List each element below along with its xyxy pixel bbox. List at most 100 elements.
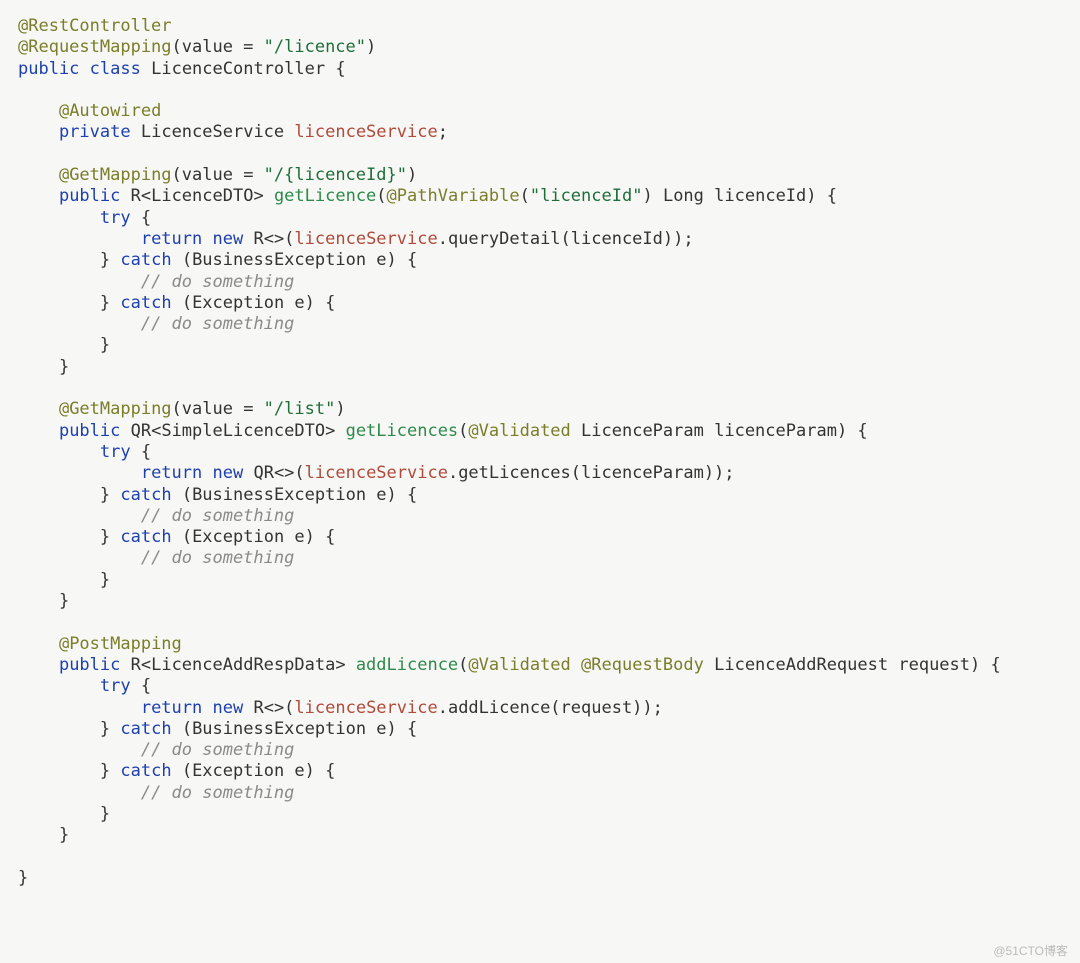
keyword-catch: catch <box>120 485 171 505</box>
annotation-getmapping: @GetMapping <box>59 165 172 185</box>
annotation-validated: @Validated <box>468 655 570 675</box>
annotation-pathvariable: @PathVariable <box>387 186 520 206</box>
keyword-try: try <box>100 676 131 696</box>
keyword-catch: catch <box>120 293 171 313</box>
keyword-public: public <box>18 59 79 79</box>
keyword-catch: catch <box>120 761 171 781</box>
string-literal: "/licence" <box>264 37 366 57</box>
keyword-catch: catch <box>120 719 171 739</box>
keyword-return: return <box>141 229 202 249</box>
text: ) { <box>837 421 868 441</box>
text: R<>( <box>253 698 294 718</box>
field-licenceservice: licenceService <box>294 229 437 249</box>
text: (value = <box>172 37 264 57</box>
text: { <box>141 442 151 462</box>
text: QR<>( <box>253 463 304 483</box>
field-licenceservice: licenceService <box>294 122 437 142</box>
text: (BusinessException e) { <box>182 719 417 739</box>
text: .getLicences(licenceParam)); <box>448 463 735 483</box>
text: (Exception e) { <box>182 293 336 313</box>
text: (Exception e) { <box>182 761 336 781</box>
comment: // do something <box>141 548 295 568</box>
type-licenceservice: LicenceService <box>141 122 284 142</box>
param-licenceid: licenceId <box>714 186 806 206</box>
string-literal: "/{licenceId}" <box>264 165 407 185</box>
comment: // do something <box>141 783 295 803</box>
text: R<>( <box>253 229 294 249</box>
keyword-new: new <box>213 229 244 249</box>
text: } <box>100 293 110 313</box>
text: } <box>59 357 69 377</box>
text: } <box>100 761 110 781</box>
keyword-public: public <box>59 186 120 206</box>
text: ( <box>376 186 386 206</box>
text: { <box>141 676 151 696</box>
comment: // do something <box>141 740 295 760</box>
field-licenceservice: licenceService <box>305 463 448 483</box>
text: { <box>325 59 345 79</box>
text: ) <box>366 37 376 57</box>
annotation-postmapping: @PostMapping <box>59 634 182 654</box>
keyword-return: return <box>141 463 202 483</box>
text: ) <box>335 399 345 419</box>
keyword-public: public <box>59 421 120 441</box>
text: { <box>141 208 151 228</box>
param-request: request <box>898 655 970 675</box>
annotation-validated: @Validated <box>468 421 570 441</box>
keyword-catch: catch <box>120 250 171 270</box>
annotation-requestbody: @RequestBody <box>581 655 704 675</box>
text: } <box>100 719 110 739</box>
comment: // do something <box>141 314 295 334</box>
type-qr-simplelicencedto: QR<SimpleLicenceDTO> <box>131 421 336 441</box>
class-name: LicenceController <box>151 59 325 79</box>
type-long: Long <box>663 186 704 206</box>
keyword-catch: catch <box>120 527 171 547</box>
text: (value = <box>172 165 264 185</box>
text: ( <box>458 655 468 675</box>
keyword-private: private <box>59 122 131 142</box>
text: } <box>100 527 110 547</box>
text: ) { <box>970 655 1001 675</box>
annotation-restcontroller: @RestController <box>18 16 172 36</box>
text: (value = <box>172 399 264 419</box>
keyword-try: try <box>100 208 131 228</box>
annotation-getmapping: @GetMapping <box>59 399 172 419</box>
annotation-autowired: @Autowired <box>59 101 161 121</box>
watermark: @51CTO博客 <box>993 942 1068 959</box>
type-licenceaddrequest: LicenceAddRequest <box>714 655 888 675</box>
keyword-new: new <box>213 698 244 718</box>
code-block: @RestController @RequestMapping(value = … <box>0 0 1080 905</box>
text: } <box>100 335 110 355</box>
annotation-requestmapping: @RequestMapping <box>18 37 172 57</box>
field-licenceservice: licenceService <box>294 698 437 718</box>
param-licenceparam: licenceParam <box>714 421 837 441</box>
text: ) <box>642 186 652 206</box>
keyword-new: new <box>213 463 244 483</box>
text: (BusinessException e) { <box>182 485 417 505</box>
keyword-public: public <box>59 655 120 675</box>
text: (Exception e) { <box>182 527 336 547</box>
keyword-class: class <box>90 59 141 79</box>
text: ( <box>458 421 468 441</box>
text: } <box>100 570 110 590</box>
text: ( <box>520 186 530 206</box>
text: } <box>59 825 69 845</box>
comment: // do something <box>141 506 295 526</box>
text: .addLicence(request)); <box>438 698 663 718</box>
method-addlicence: addLicence <box>356 655 458 675</box>
text: .queryDetail(licenceId)); <box>438 229 694 249</box>
comment: // do something <box>141 272 295 292</box>
keyword-return: return <box>141 698 202 718</box>
type-licenceparam: LicenceParam <box>581 421 704 441</box>
type-r-licencedto: R<LicenceDTO> <box>131 186 264 206</box>
text: } <box>59 591 69 611</box>
text: (BusinessException e) { <box>182 250 417 270</box>
text: } <box>100 485 110 505</box>
method-getlicences: getLicences <box>346 421 459 441</box>
text: ) { <box>806 186 837 206</box>
text: ) <box>407 165 417 185</box>
text: } <box>18 868 28 888</box>
string-literal: "licenceId" <box>530 186 643 206</box>
text: } <box>100 804 110 824</box>
type-r-licenceaddrespdata: R<LicenceAddRespData> <box>131 655 346 675</box>
